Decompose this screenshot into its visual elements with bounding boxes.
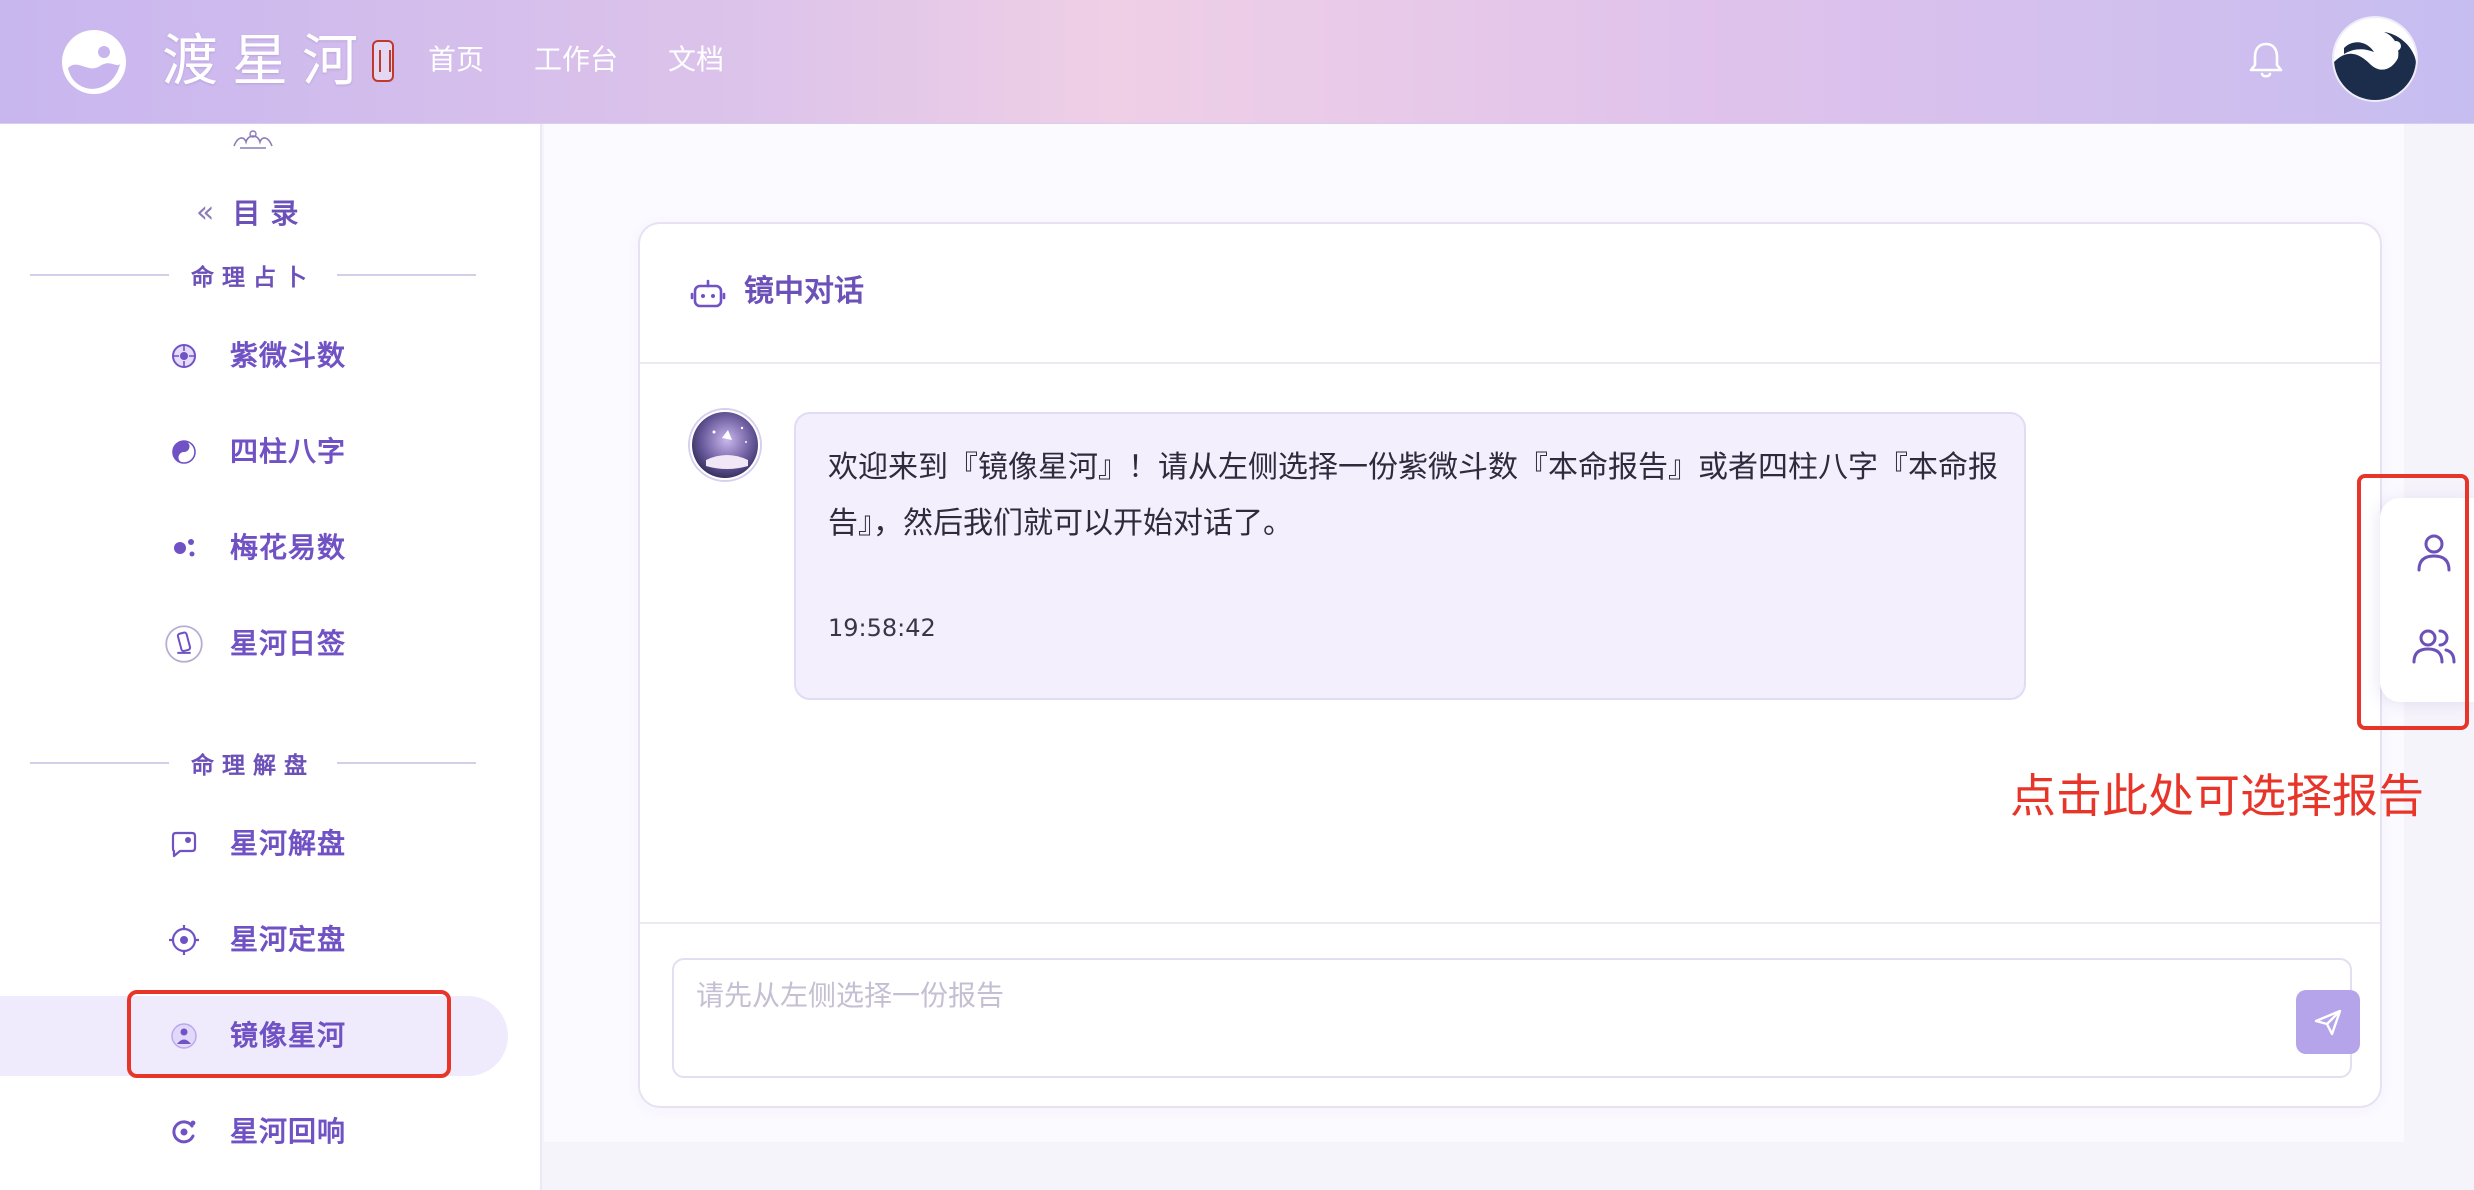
meihua-icon [174, 539, 195, 557]
sidebar-item-daily-sign[interactable]: 星河日签 [0, 604, 508, 684]
send-icon [2314, 1009, 2342, 1036]
section-heading-divination: 命理占卜 [30, 260, 476, 291]
ornament-icon [233, 130, 273, 149]
composer-divider [640, 922, 2380, 924]
daily-sign-icon [165, 625, 203, 663]
multi-user-icon[interactable] [2410, 622, 2458, 670]
bell-icon[interactable] [2244, 38, 2288, 82]
chat-title: 镜中对话 [744, 274, 864, 309]
top-header: 渡星河 首页 工作台 文档 [0, 0, 2474, 124]
nav-docs[interactable]: 文档 [668, 38, 724, 82]
bazi-icon [172, 440, 196, 464]
message-text: 欢迎来到『镜像星河』！请从左侧选择一份紫微斗数『本命报告』或者四柱八字『本命报告… [828, 450, 1998, 541]
nav-home[interactable]: 首页 [428, 38, 484, 82]
mirror-icon [171, 1023, 197, 1049]
toc-label: 目录 [232, 197, 309, 230]
sidebar-item-mirror[interactable]: 镜像星河 [0, 996, 508, 1076]
chart-reading-icon [171, 831, 197, 858]
target-icon [169, 925, 199, 955]
annotation-text: 点击此处可选择报告 [2010, 769, 2424, 823]
main-nav: 首页 工作台 文档 [428, 38, 724, 82]
sidebar-item-ziwei[interactable]: 紫微斗数 [0, 316, 508, 396]
message-timestamp: 19:58:42 [828, 614, 936, 642]
chevron-double-left-icon: « [196, 194, 215, 230]
chat-card: 镜中对话 欢迎来到『镜像星河』！请从左侧选择一份紫微斗数『本命报告』或者四柱八字… [638, 222, 2382, 1108]
sidebar-item-chart-reading[interactable]: 星河解盘 [0, 804, 508, 884]
brand-title[interactable]: 渡星河 [162, 22, 372, 102]
sidebar-item-bazi[interactable]: 四柱八字 [0, 412, 508, 492]
section-heading-analysis: 命理解盘 [30, 748, 476, 779]
sidebar: « 目录 命理占卜 紫微斗数 四柱八字 梅花易数 星河日签 命理解盘 星河解盘 … [0, 124, 542, 1190]
echo-icon [172, 1120, 196, 1144]
message-input[interactable] [696, 974, 2196, 1034]
toc-toggle[interactable]: « 目录 [196, 190, 308, 234]
message-composer [672, 958, 2360, 1078]
sidebar-item-meihua[interactable]: 梅花易数 [0, 508, 508, 588]
ziwei-icon [172, 344, 196, 368]
logo-icon[interactable] [60, 28, 128, 96]
sidebar-item-target[interactable]: 星河定盘 [0, 900, 508, 980]
user-avatar[interactable] [2334, 18, 2416, 100]
send-button[interactable] [2296, 990, 2360, 1054]
nav-workbench[interactable]: 工作台 [534, 38, 618, 82]
assistant-avatar [690, 410, 760, 480]
chat-header: 镜中对话 [640, 224, 2380, 364]
assistant-message: 欢迎来到『镜像星河』！请从左侧选择一份紫微斗数『本命报告』或者四柱八字『本命报告… [794, 412, 2026, 700]
seal-icon [372, 40, 394, 82]
single-user-icon[interactable] [2410, 528, 2458, 576]
sidebar-item-echo[interactable]: 星河回响 [0, 1092, 508, 1172]
robot-icon [690, 279, 726, 308]
report-selector-panel [2380, 498, 2474, 702]
